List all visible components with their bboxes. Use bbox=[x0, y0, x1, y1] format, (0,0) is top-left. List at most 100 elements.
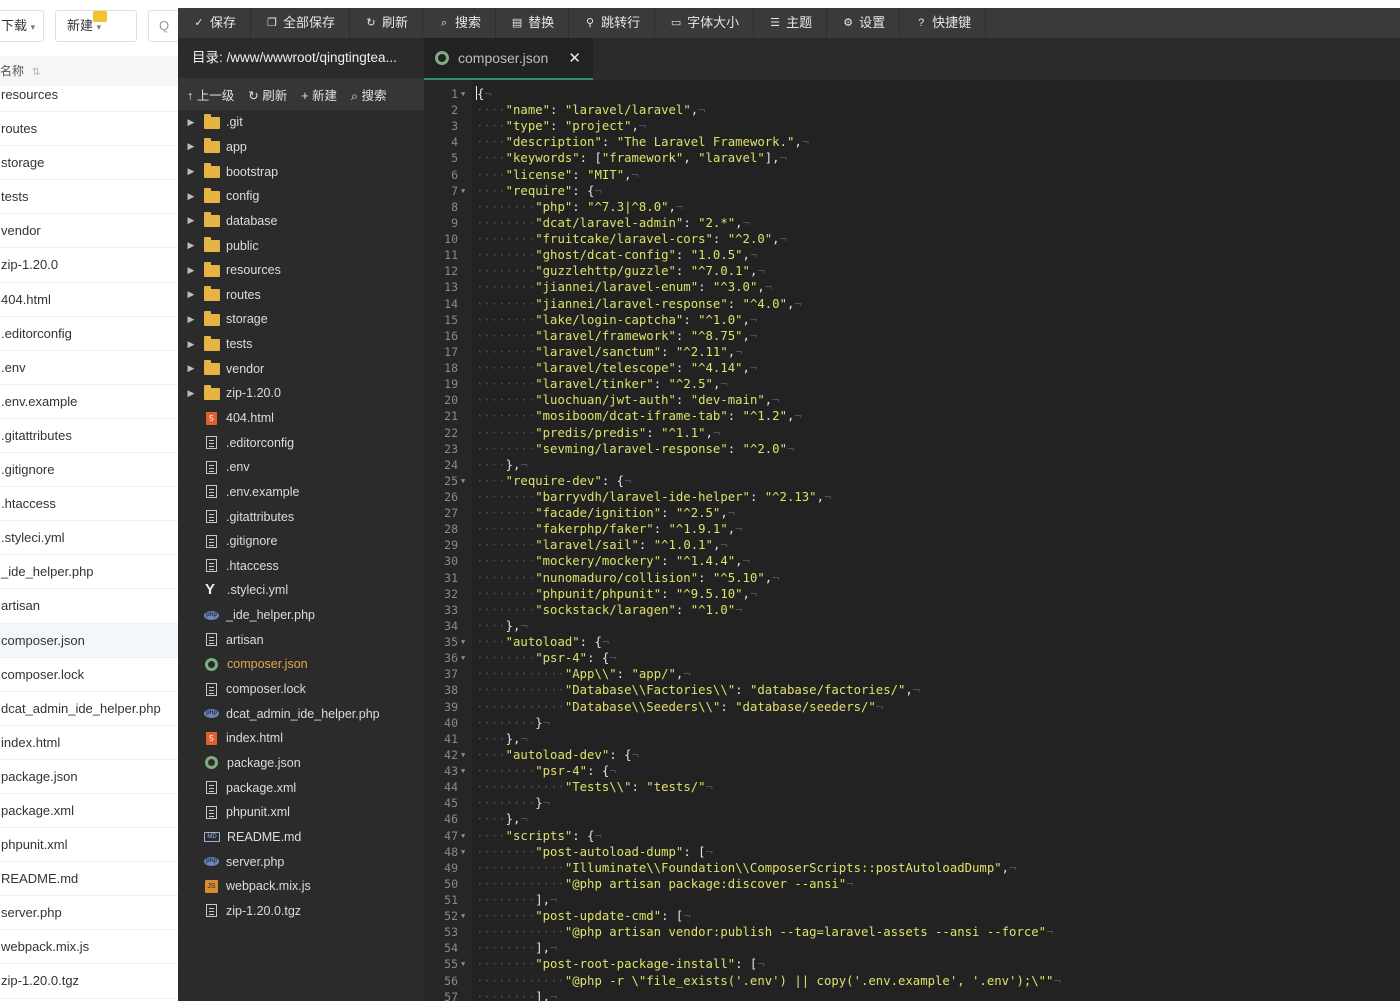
fold-toggle-icon[interactable]: ▼ bbox=[461, 956, 465, 972]
list-item[interactable]: README.md bbox=[0, 862, 178, 897]
code-line[interactable]: 19 ········"laravel/tinker": "^2.5",¬ bbox=[424, 376, 1400, 392]
file-item[interactable]: composer.lock bbox=[178, 677, 424, 702]
code-line[interactable]: 24 ····},¬ bbox=[424, 457, 1400, 473]
list-item[interactable]: index.html bbox=[0, 726, 178, 760]
toolbar-button-9[interactable]: ? 快捷键 bbox=[900, 8, 987, 38]
list-item[interactable]: tests bbox=[0, 180, 178, 215]
code-editor[interactable]: 1 ▼ {¬ 2 ····"name": "laravel/laravel",¬ 3 ···… bbox=[424, 80, 1400, 1001]
code-line[interactable]: 42 ▼ ····"autoload-dev": {¬ bbox=[424, 747, 1400, 763]
code-line[interactable]: 28 ········"fakerphp/faker": "^1.9.1",¬ bbox=[424, 521, 1400, 537]
file-item[interactable]: phpunit.xml bbox=[178, 800, 424, 825]
code-line[interactable]: 21 ········"mosiboom/dcat-iframe-tab": "^… bbox=[424, 408, 1400, 424]
fold-toggle-icon[interactable]: ▼ bbox=[461, 650, 465, 666]
file-item[interactable]: php server.php bbox=[178, 849, 424, 874]
code-line[interactable]: 2 ····"name": "laravel/laravel",¬ bbox=[424, 102, 1400, 118]
download-button[interactable]: 下载 ▾ bbox=[0, 10, 44, 42]
file-item[interactable]: MD README.md bbox=[178, 825, 424, 850]
code-line[interactable]: 32 ········"phpunit/phpunit": "^9.5.10",¬ bbox=[424, 586, 1400, 602]
file-item[interactable]: artisan bbox=[178, 627, 424, 652]
list-item[interactable]: .styleci.yml bbox=[0, 521, 178, 556]
code-line[interactable]: 38 ············"Database\\Factories\\": "… bbox=[424, 682, 1400, 698]
search-input[interactable]: Q bbox=[148, 10, 178, 42]
refresh-button[interactable]: ↻ 刷新 bbox=[248, 85, 287, 104]
code-line[interactable]: 56 ············"@php -r \"file_exists('.e… bbox=[424, 973, 1400, 989]
code-line[interactable]: 37 ············"App\\": "app/",¬ bbox=[424, 666, 1400, 682]
fold-toggle-icon[interactable]: ▼ bbox=[461, 828, 465, 844]
file-item[interactable]: .gitattributes bbox=[178, 504, 424, 529]
toolbar-button-5[interactable]: ⚲ 跳转行 bbox=[569, 8, 656, 38]
code-line[interactable]: 22 ········"predis/predis": "^1.1",¬ bbox=[424, 425, 1400, 441]
list-item[interactable]: routes bbox=[0, 112, 178, 147]
fold-toggle-icon[interactable]: ▼ bbox=[461, 634, 465, 650]
list-item[interactable]: package.xml bbox=[0, 794, 178, 829]
toolbar-button-1[interactable]: ❐ 全部保存 bbox=[251, 8, 351, 38]
tab-composer-json[interactable]: composer.json ✕ bbox=[424, 38, 593, 80]
code-line[interactable]: 49 ············"Illuminate\\Foundation\\C… bbox=[424, 860, 1400, 876]
code-line[interactable]: 50 ············"@php artisan package:disc… bbox=[424, 876, 1400, 892]
code-line[interactable]: 48 ▼ ········"post-autoload-dump": [¬ bbox=[424, 844, 1400, 860]
code-line[interactable]: 39 ············"Database\\Seeders\\": "da… bbox=[424, 699, 1400, 715]
code-line[interactable]: 46 ····},¬ bbox=[424, 811, 1400, 827]
list-item[interactable]: zip-1.20.0.tgz bbox=[0, 964, 178, 999]
code-line[interactable]: 4 ····"description": "The Laravel Framewo… bbox=[424, 134, 1400, 150]
folder-item[interactable]: ▶ public bbox=[178, 233, 424, 258]
chevron-right-icon[interactable]: ▶ bbox=[178, 191, 204, 202]
fold-toggle-icon[interactable]: ▼ bbox=[461, 86, 465, 102]
list-item[interactable]: .env.example bbox=[0, 385, 178, 419]
code-line[interactable]: 9 ········"dcat/laravel-admin": "2.*",¬ bbox=[424, 215, 1400, 231]
list-item[interactable]: _ide_helper.php bbox=[0, 555, 178, 590]
code-line[interactable]: 51 ········],¬ bbox=[424, 892, 1400, 908]
code-line[interactable]: 30 ········"mockery/mockery": "^1.4.4",¬ bbox=[424, 553, 1400, 569]
toolbar-button-3[interactable]: ⌕ 搜索 bbox=[423, 8, 497, 38]
code-line[interactable]: 16 ········"laravel/framework": "^8.75",¬ bbox=[424, 328, 1400, 344]
code-line[interactable]: 44 ············"Tests\\": "tests/"¬ bbox=[424, 779, 1400, 795]
list-item[interactable]: composer.json bbox=[0, 623, 178, 658]
code-line[interactable]: 12 ········"guzzlehttp/guzzle": "^7.0.1",… bbox=[424, 263, 1400, 279]
code-line[interactable]: 23 ········"sevming/laravel-response": "^… bbox=[424, 441, 1400, 457]
code-line[interactable]: 34 ····},¬ bbox=[424, 618, 1400, 634]
fold-toggle-icon[interactable]: ▼ bbox=[461, 763, 465, 779]
code-line[interactable]: 54 ········],¬ bbox=[424, 940, 1400, 956]
file-item[interactable]: php dcat_admin_ide_helper.php bbox=[178, 701, 424, 726]
folder-item[interactable]: ▶ storage bbox=[178, 307, 424, 332]
chevron-right-icon[interactable]: ▶ bbox=[178, 166, 204, 177]
fold-toggle-icon[interactable]: ▼ bbox=[461, 747, 465, 763]
file-item[interactable]: .htaccess bbox=[178, 554, 424, 579]
code-line[interactable]: 7 ▼ ····"require": {¬ bbox=[424, 183, 1400, 199]
file-item[interactable]: Y .styleci.yml bbox=[178, 578, 424, 603]
search-button[interactable]: ⌕ 搜索 bbox=[351, 85, 387, 104]
folder-item[interactable]: ▶ config bbox=[178, 184, 424, 209]
code-line[interactable]: 29 ········"laravel/sail": "^1.0.1",¬ bbox=[424, 537, 1400, 553]
file-item[interactable]: php _ide_helper.php bbox=[178, 603, 424, 628]
list-item[interactable]: .editorconfig bbox=[0, 317, 178, 351]
code-line[interactable]: 15 ········"lake/login-captcha": "^1.0",¬ bbox=[424, 312, 1400, 328]
list-item[interactable]: artisan bbox=[0, 589, 178, 624]
code-line[interactable]: 40 ········}¬ bbox=[424, 715, 1400, 731]
folder-item[interactable]: ▶ .git bbox=[178, 110, 424, 135]
fold-toggle-icon[interactable]: ▼ bbox=[461, 844, 465, 860]
code-line[interactable]: 31 ········"nunomaduro/collision": "^5.10… bbox=[424, 570, 1400, 586]
file-item[interactable]: package.json bbox=[178, 751, 424, 776]
chevron-right-icon[interactable]: ▶ bbox=[178, 388, 204, 399]
folder-item[interactable]: ▶ routes bbox=[178, 282, 424, 307]
list-item[interactable]: dcat_admin_ide_helper.php bbox=[0, 692, 178, 726]
list-item[interactable]: .gitattributes bbox=[0, 419, 178, 454]
code-line[interactable]: 8 ········"php": "^7.3|^8.0",¬ bbox=[424, 199, 1400, 215]
list-item[interactable]: .htaccess bbox=[0, 487, 178, 522]
code-line[interactable]: 5 ····"keywords": ["framework", "laravel"… bbox=[424, 150, 1400, 166]
chevron-right-icon[interactable]: ▶ bbox=[178, 265, 204, 276]
code-line[interactable]: 36 ▼ ········"psr-4": {¬ bbox=[424, 650, 1400, 666]
code-line[interactable]: 41 ····},¬ bbox=[424, 731, 1400, 747]
list-item[interactable]: .env bbox=[0, 351, 178, 385]
close-icon[interactable]: ✕ bbox=[568, 49, 581, 67]
folder-item[interactable]: ▶ zip-1.20.0 bbox=[178, 381, 424, 406]
code-line[interactable]: 33 ········"sockstack/laragen": "^1.0"¬ bbox=[424, 602, 1400, 618]
file-item[interactable]: 5 index.html bbox=[178, 726, 424, 751]
code-line[interactable]: 13 ········"jiannei/laravel-enum": "^3.0"… bbox=[424, 279, 1400, 295]
file-item[interactable]: JS webpack.mix.js bbox=[178, 874, 424, 899]
list-item[interactable]: composer.lock bbox=[0, 658, 178, 692]
toolbar-button-7[interactable]: ☰ 主题 bbox=[754, 8, 828, 38]
code-line[interactable]: 18 ········"laravel/telescope": "^4.14",¬ bbox=[424, 360, 1400, 376]
toolbar-button-6[interactable]: ▭ 字体大小 bbox=[655, 8, 755, 38]
chevron-right-icon[interactable]: ▶ bbox=[178, 289, 204, 300]
